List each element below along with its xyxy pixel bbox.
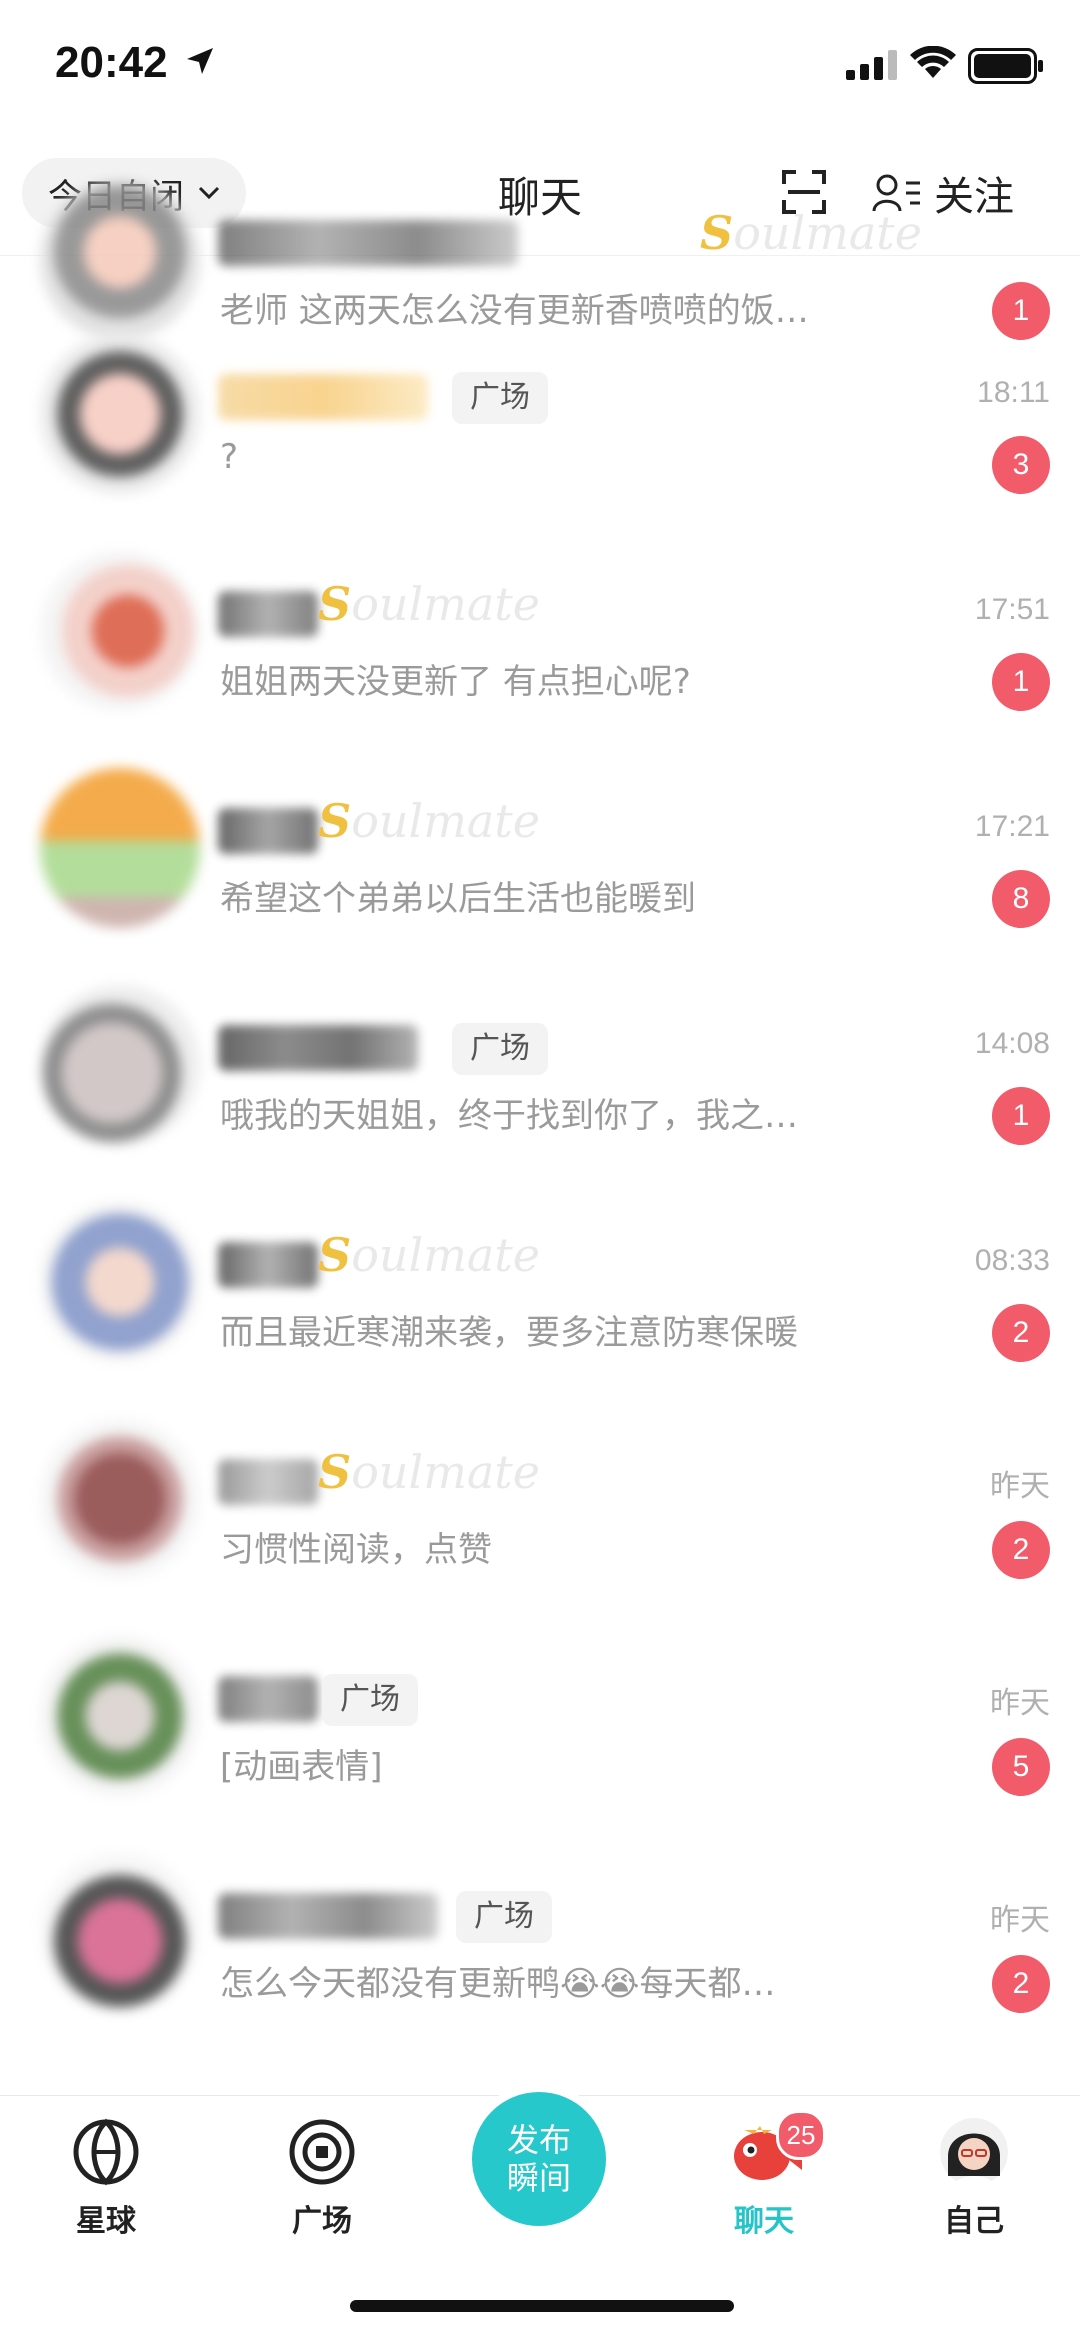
contact-name-redacted [218, 1025, 418, 1071]
unread-badge: 2 [992, 1304, 1050, 1362]
unread-badge: 2 [992, 1955, 1050, 2013]
tab-chat-label: 聊天 [734, 2204, 794, 2239]
unread-badge: 3 [992, 436, 1050, 494]
chat-list: Soulmate 老师 这两天怎么没有更新香喷喷的饭… 1 广场 18:11 ?… [0, 180, 1080, 2042]
unread-badge: 1 [992, 1087, 1050, 1145]
contact-name-redacted [218, 1242, 318, 1288]
soulmate-label: Soulmate [700, 206, 923, 260]
message-preview: 希望这个弟弟以后生活也能暖到 [220, 879, 696, 919]
publish-moment-button[interactable]: 发布 瞬间 [472, 2092, 606, 2226]
soulmate-label: Soulmate [318, 1228, 541, 1282]
timestamp: 14:08 [974, 1027, 1050, 1060]
timestamp: 昨天 [990, 1904, 1050, 1937]
contact-name-redacted [218, 220, 518, 266]
message-preview: [动画表情] [220, 1747, 383, 1787]
soulmate-label: Soulmate [318, 794, 541, 848]
source-tag: 广场 [322, 1674, 418, 1726]
unread-badge: 8 [992, 870, 1050, 928]
publish-label-line1: 发布 [506, 2121, 571, 2159]
contact-name-redacted [218, 374, 428, 420]
chat-row[interactable]: Soulmate 17:51 姐姐两天没更新了 有点担心呢? 1 [0, 523, 1080, 740]
soulmate-label: Soulmate [318, 1445, 541, 1499]
tab-me-label: 自己 [944, 2204, 1004, 2239]
chat-row[interactable]: Soulmate 08:33 而且最近寒潮来袭，要多注意防寒保暖 2 [0, 1174, 1080, 1391]
message-preview: 习惯性阅读，点赞 [220, 1530, 492, 1570]
message-preview: 哦我的天姐姐，终于找到你了，我之… [220, 1096, 798, 1136]
user-avatar-icon [940, 2118, 1008, 2188]
tab-planet-label: 星球 [76, 2204, 136, 2239]
contact-name-redacted [218, 1676, 318, 1722]
timestamp: 08:33 [974, 1244, 1050, 1277]
avatar [40, 334, 200, 494]
status-bar: 20:42 [0, 0, 1080, 130]
publish-label-line2: 瞬间 [506, 2159, 571, 2197]
tab-me[interactable]: 自己 [904, 2116, 1044, 2240]
square-target-icon [289, 2119, 355, 2185]
planet-lantern-icon [73, 2118, 139, 2186]
timestamp: 昨天 [990, 1470, 1050, 1503]
message-preview: ? [220, 437, 239, 477]
message-preview: 姐姐两天没更新了 有点担心呢? [220, 662, 691, 702]
location-arrow-icon [187, 48, 213, 74]
chat-row[interactable]: 广场 14:08 哦我的天姐姐，终于找到你了，我之… 1 [0, 957, 1080, 1174]
contact-name-redacted [218, 1893, 438, 1939]
avatar [40, 551, 200, 711]
contact-name-redacted [218, 1459, 318, 1505]
unread-badge: 1 [992, 653, 1050, 711]
chat-row[interactable]: 广场 昨天 怎么今天都没有更新鸭😭😭每天都… 2 [0, 1825, 1080, 2042]
message-preview: 而且最近寒潮来袭，要多注意防寒保暖 [220, 1313, 798, 1353]
timestamp: 17:51 [974, 593, 1050, 626]
source-tag: 广场 [452, 1023, 548, 1075]
status-time: 20:42 [55, 38, 168, 87]
avatar [40, 768, 200, 928]
unread-badge: 2 [992, 1521, 1050, 1579]
tab-square[interactable]: 广场 [252, 2116, 392, 2240]
avatar [40, 1853, 200, 2013]
tab-planet[interactable]: 星球 [36, 2116, 176, 2240]
chat-row[interactable]: Soulmate 昨天 习惯性阅读，点赞 2 [0, 1391, 1080, 1608]
home-indicator[interactable] [350, 2300, 734, 2312]
source-tag: 广场 [452, 372, 548, 424]
chat-row[interactable]: Soulmate 老师 这两天怎么没有更新香喷喷的饭… 1 [0, 152, 1080, 340]
timestamp: 18:11 [977, 376, 1050, 409]
avatar [40, 985, 200, 1145]
timestamp: 昨天 [990, 1687, 1050, 1720]
message-preview: 怎么今天都没有更新鸭😭😭每天都… [220, 1964, 776, 2004]
unread-badge: 5 [992, 1738, 1050, 1796]
contact-name-redacted [218, 808, 318, 854]
source-tag: 广场 [456, 1891, 552, 1943]
battery-icon [968, 48, 1043, 84]
wifi-icon [910, 46, 956, 78]
tab-chat[interactable]: 25 聊天 [694, 2110, 834, 2240]
soulmate-label: Soulmate [318, 577, 541, 631]
cellular-signal-icon [846, 50, 897, 80]
contact-name-redacted [218, 591, 318, 637]
chat-row[interactable]: Soulmate 17:21 希望这个弟弟以后生活也能暖到 8 [0, 740, 1080, 957]
timestamp: 17:21 [974, 810, 1050, 843]
avatar [40, 1636, 200, 1796]
tab-square-label: 广场 [292, 2204, 352, 2239]
avatar [40, 1419, 200, 1579]
chat-row[interactable]: 广场 18:11 ? 3 [0, 306, 1080, 523]
chat-unread-badge: 25 [776, 2110, 826, 2160]
chat-row[interactable]: 广场 昨天 [动画表情] 5 [0, 1608, 1080, 1825]
avatar [40, 1202, 200, 1362]
